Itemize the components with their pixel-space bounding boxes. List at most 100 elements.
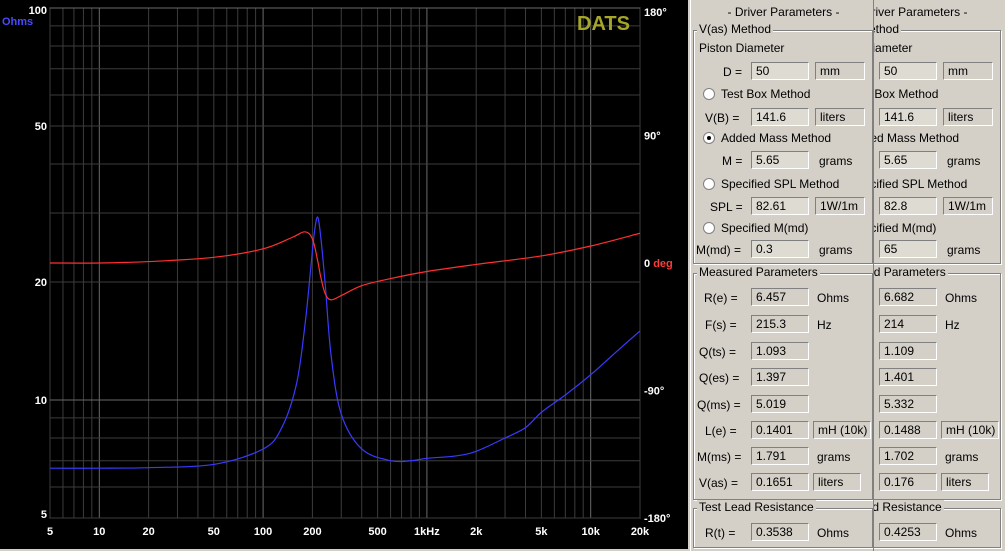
rt-value: 0.3538	[751, 523, 809, 541]
right-tick-label: 0 deg	[644, 258, 673, 270]
spl-method-radio[interactable]	[703, 178, 715, 190]
piston-diameter-label: Piston Diameter	[699, 41, 785, 55]
fs-value: 214	[879, 315, 937, 333]
qes-value: 1.397	[751, 368, 809, 386]
plot-area	[49, 7, 641, 519]
mms-unit: grams	[945, 450, 979, 464]
le-value: 0.1401	[751, 421, 809, 439]
le-label: L(e) =	[705, 424, 737, 438]
x-tick-label: 10k	[582, 526, 601, 538]
left-tick-label: 10	[35, 395, 47, 407]
d-label: D =	[723, 65, 743, 79]
vas-method-title: V(as) Method	[874, 22, 902, 36]
right-tick-unit: deg	[653, 258, 673, 270]
spl-unit: 1W/1m	[815, 197, 865, 215]
added-mass-label: Added Mass Method	[721, 131, 832, 145]
left-tick-label: 5	[41, 509, 47, 521]
x-tick-label: 200	[303, 526, 321, 538]
x-tick-label: 1kHz	[414, 526, 440, 538]
left-tick-label: 20	[35, 277, 47, 289]
vas-label: V(as) =	[699, 476, 739, 490]
right-tick-label: 90°	[644, 131, 661, 143]
vb-value-field[interactable]: 141.6	[751, 108, 809, 126]
measured-title: Measured Parameters	[874, 265, 948, 279]
mms-value: 1.702	[879, 447, 937, 465]
panel-title: - Driver Parameters -	[727, 5, 840, 19]
specified-mmd-radio[interactable]	[703, 222, 715, 234]
d-value-field[interactable]: 50	[751, 62, 809, 80]
piston-diameter-label: Piston Diameter	[874, 41, 913, 55]
vas-method-title: V(as) Method	[697, 22, 774, 36]
vb-unit: liters	[943, 108, 993, 126]
right-tick-label: 180°	[644, 7, 667, 19]
test-box-label: Test Box Method	[874, 87, 939, 101]
le-unit: mH (10k)	[813, 421, 871, 439]
spl-value-field[interactable]: 82.8	[879, 197, 937, 215]
qms-value: 5.332	[879, 395, 937, 413]
vb-label: V(B) =	[705, 111, 740, 125]
specified-mmd-label: Specified M(md)	[721, 221, 809, 235]
right-tick-number: 0	[644, 258, 653, 270]
d-unit: mm	[943, 62, 993, 80]
mmd-value-field[interactable]: 0.3	[751, 240, 809, 258]
left-tick-label: 50	[35, 121, 47, 133]
added-mass-radio[interactable]	[703, 132, 715, 144]
added-mass-label: Added Mass Method	[874, 131, 960, 145]
x-tick-label: 5	[47, 526, 53, 538]
qms-label: Q(ms) =	[697, 398, 741, 412]
measured-group	[874, 273, 1001, 500]
m-unit: grams	[947, 154, 981, 168]
spl-label: SPL =	[710, 200, 743, 214]
mms-value: 1.791	[751, 447, 809, 465]
vb-value-field[interactable]: 141.6	[879, 108, 937, 126]
vas-value: 0.1651	[751, 473, 809, 491]
x-tick-label: 50	[208, 526, 220, 538]
fs-unit: Hz	[817, 318, 832, 332]
m-value-field[interactable]: 5.65	[751, 151, 809, 169]
vas-unit: liters	[813, 473, 861, 491]
panel-title: - Driver Parameters -	[874, 5, 968, 19]
x-tick-label: 20	[142, 526, 154, 538]
spl-method-label: Specified SPL Method	[874, 177, 968, 191]
mmd-unit: grams	[947, 243, 981, 257]
chart-grid	[49, 7, 641, 519]
test-box-label: Test Box Method	[721, 87, 811, 101]
qes-label: Q(es) =	[699, 371, 740, 385]
specified-mmd-label: Specified M(md)	[874, 221, 937, 235]
impedance-chart[interactable]: 100 50 20 10 5 180° 90° 0 deg -90° -180° 5 10 20 50…	[0, 0, 690, 551]
x-tick-label: 500	[368, 526, 386, 538]
measured-group	[693, 273, 873, 500]
mms-unit: grams	[817, 450, 851, 464]
spl-unit: 1W/1m	[943, 197, 993, 215]
re-unit: Ohms	[945, 291, 978, 305]
m-unit: grams	[819, 154, 853, 168]
vb-unit: liters	[815, 108, 865, 126]
re-unit: Ohms	[817, 291, 850, 305]
mmd-label: M(md) =	[696, 243, 741, 257]
mms-label: M(ms) =	[697, 450, 742, 464]
le-value: 0.1488	[879, 421, 937, 439]
x-tick-label: 10	[93, 526, 105, 538]
fs-value: 215.3	[751, 315, 809, 333]
d-unit: mm	[815, 62, 865, 80]
m-label: M =	[722, 154, 743, 168]
x-tick-label: 5k	[535, 526, 548, 538]
qts-value: 1.109	[879, 342, 937, 360]
qms-value: 5.019	[751, 395, 809, 413]
test-box-radio[interactable]	[703, 88, 715, 100]
re-value: 6.457	[751, 288, 809, 306]
re-label: R(e) =	[704, 291, 738, 305]
d-value-field[interactable]: 50	[879, 62, 937, 80]
spl-value-field[interactable]: 82.61	[751, 197, 809, 215]
vas-unit: liters	[941, 473, 989, 491]
rt-unit: Ohms	[945, 526, 978, 540]
mmd-value-field[interactable]: 65	[879, 240, 937, 258]
driver-parameters-panel-2: - Driver Parameters - V(as) Method Pisto…	[873, 0, 1005, 551]
mmd-unit: grams	[819, 243, 853, 257]
x-tick-label: 100	[254, 526, 272, 538]
measured-title: Measured Parameters	[697, 265, 820, 279]
qes-value: 1.401	[879, 368, 937, 386]
m-value-field[interactable]: 5.65	[879, 151, 937, 169]
right-tick-label: -180°	[644, 513, 670, 525]
re-value: 6.682	[879, 288, 937, 306]
